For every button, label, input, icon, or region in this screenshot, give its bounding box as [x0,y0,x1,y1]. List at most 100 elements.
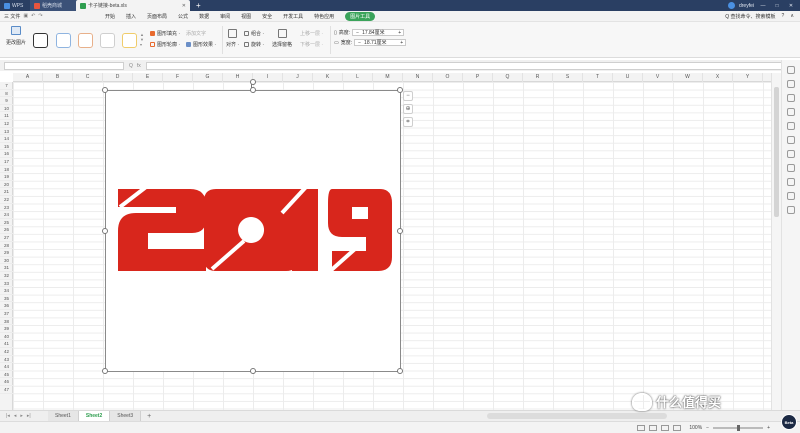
shape-fill-button[interactable]: 图形填充 · [150,30,180,37]
row-header[interactable]: 43 [0,356,13,364]
row-header[interactable]: 38 [0,318,13,326]
menu-item-2[interactable]: 页面布局 [147,13,167,20]
close-button[interactable]: ✕ [786,3,796,9]
backup-icon[interactable] [787,192,795,200]
row-header[interactable]: 23 [0,204,13,212]
row-header[interactable]: 15 [0,143,13,151]
beta-badge[interactable]: Beta [781,414,797,430]
help-panel-icon[interactable] [787,206,795,214]
row-header[interactable]: 9 [0,97,13,105]
tab-docer[interactable]: 稻壳商城 [30,0,76,11]
menu-item-9[interactable]: 特色应用 [314,13,334,20]
column-header[interactable]: X [703,73,733,82]
picture-style-3[interactable] [78,33,93,48]
sheet-tab-2[interactable]: Sheet2 [78,411,111,421]
bring-forward-button[interactable]: 上移一层 · [300,30,323,37]
column-header[interactable]: M [373,73,403,82]
row-header[interactable]: 16 [0,150,13,158]
row-header[interactable]: 12 [0,120,13,128]
horizontal-scrollbar[interactable] [487,413,668,419]
column-header[interactable]: G [193,73,223,82]
user-name[interactable]: dreyfei [739,3,754,9]
row-header[interactable]: 7 [0,82,13,90]
row-header[interactable]: 17 [0,158,13,166]
align-button[interactable]: 对齐 · [226,29,239,48]
row-header[interactable]: 36 [0,302,13,310]
row-header[interactable]: 19 [0,173,13,181]
column-header[interactable]: C [73,73,103,82]
shape-outline-button[interactable]: 图形轮廓 · [150,41,180,48]
fx-icon[interactable]: fx [137,63,141,69]
zoom-slider-knob[interactable] [736,424,740,431]
row-header[interactable]: 40 [0,333,13,341]
collapse-icon[interactable]: − [403,91,413,101]
menu-item-0[interactable]: 开始 [105,13,115,20]
undo-icon[interactable]: ↶ [31,13,35,19]
row-header[interactable]: 34 [0,287,13,295]
last-sheet-icon[interactable]: ▸| [27,413,31,419]
column-header[interactable]: F [163,73,193,82]
tab-wps[interactable]: WPS [0,0,30,11]
share-icon[interactable] [787,150,795,158]
file-menu[interactable]: 三 文件 [4,13,20,20]
menu-item-4[interactable]: 数据 [199,13,209,20]
search-command[interactable]: Q 查找命令、搜索模板 [725,13,775,20]
menu-item-7[interactable]: 安全 [262,13,272,20]
picture-panel-icon[interactable] [787,94,795,102]
shape-effect-button[interactable]: 图形效果 · [186,41,216,48]
vertical-scrollbar[interactable] [771,73,781,410]
column-header[interactable]: S [553,73,583,82]
shape-icon[interactable] [787,80,795,88]
column-header[interactable]: D [103,73,133,82]
group-button[interactable]: 组合 · [244,30,264,37]
row-header[interactable]: 42 [0,348,13,356]
reading-view-icon[interactable] [673,424,682,431]
row-header[interactable]: 26 [0,226,13,234]
row-header[interactable]: 28 [0,242,13,250]
menu-item-10[interactable]: 图片工具 [345,11,376,21]
column-header[interactable]: V [643,73,673,82]
row-header[interactable]: 39 [0,325,13,333]
zoom-formula-icon[interactable]: Q [129,63,133,69]
name-box[interactable] [4,61,124,70]
close-tab-icon[interactable]: ✕ [182,3,186,9]
row-header[interactable]: 24 [0,211,13,219]
send-backward-button[interactable]: 下移一层 · [300,41,323,48]
column-header[interactable]: K [313,73,343,82]
row-header[interactable]: 25 [0,219,13,227]
zoom-slider[interactable] [713,424,764,431]
menu-item-1[interactable]: 插入 [126,13,136,20]
row-header[interactable]: 33 [0,280,13,288]
selection-pane-button[interactable]: 选择窗格 [272,29,292,48]
star-icon[interactable] [787,122,795,130]
menu-item-5[interactable]: 审阅 [220,13,230,20]
avatar[interactable] [727,2,735,9]
column-header[interactable]: N [403,73,433,82]
next-sheet-icon[interactable]: ▸ [20,413,23,419]
redo-icon[interactable]: ↷ [38,13,42,19]
row-header[interactable]: 22 [0,196,13,204]
column-header[interactable]: J [283,73,313,82]
row-header[interactable]: 8 [0,90,13,98]
new-tab-button[interactable]: + [190,0,207,11]
column-header[interactable]: E [133,73,163,82]
add-text-button[interactable]: 添加文字 [186,30,216,37]
sheet-tab-3[interactable]: Sheet3 [110,411,142,421]
width-input[interactable]: −18.71厘米 + [354,39,407,46]
column-header[interactable]: B [43,73,73,82]
menu-item-8[interactable]: 开发工具 [283,13,303,20]
column-header[interactable]: W [673,73,703,82]
row-header[interactable]: 41 [0,340,13,348]
column-header[interactable]: T [583,73,613,82]
grid-icon[interactable] [787,178,795,186]
prev-sheet-icon[interactable]: ◂ [14,413,17,419]
style-scroll-arrows[interactable]: ▲ ▼ ▾ [140,32,144,47]
menu-item-3[interactable]: 公式 [178,13,188,20]
column-header[interactable]: I [253,73,283,82]
zoom-level[interactable]: 100% [689,425,702,431]
crop-icon[interactable]: ⌗ [403,117,413,127]
rotate-handle[interactable] [250,79,256,85]
page-layout-icon[interactable] [649,424,658,431]
row-header[interactable]: 11 [0,112,13,120]
column-header[interactable]: Y [733,73,763,82]
